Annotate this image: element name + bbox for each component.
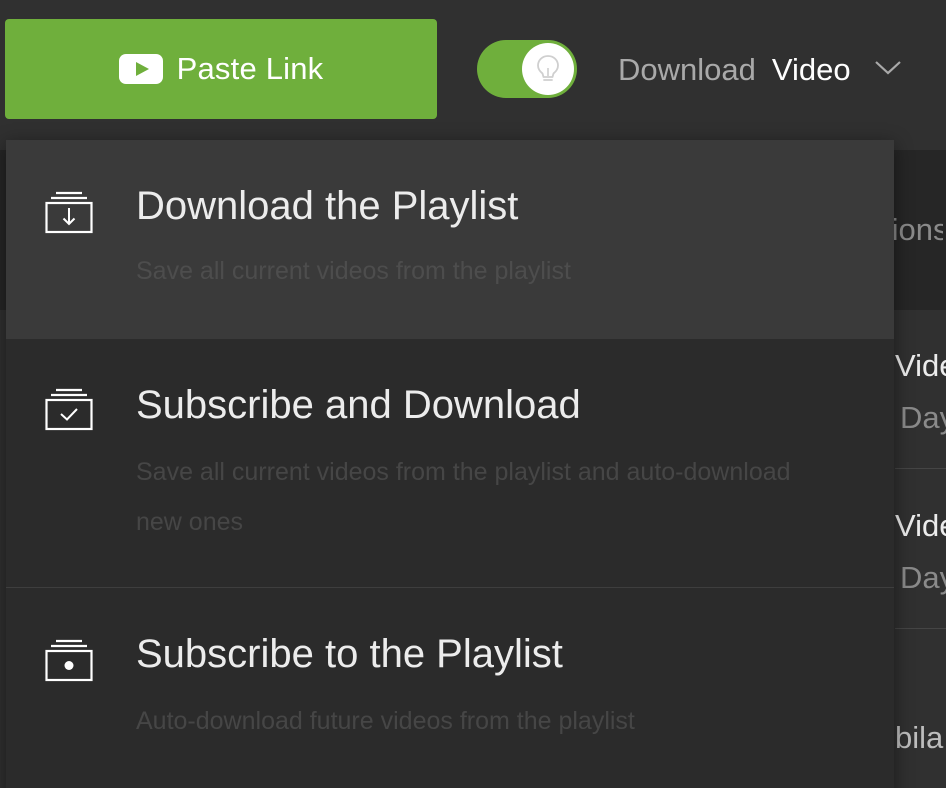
download-type-select[interactable]: Download Video bbox=[618, 40, 946, 100]
list-item-title: bila bbox=[895, 720, 944, 755]
list-item-title: Video bbox=[895, 508, 946, 543]
list-divider bbox=[895, 468, 946, 469]
menu-item-subscribe-playlist[interactable]: Subscribe to the Playlist Auto-download … bbox=[6, 588, 894, 788]
menu-item-title: Subscribe to the Playlist bbox=[136, 632, 563, 676]
lightbulb-icon bbox=[522, 43, 574, 95]
app-window: Paste Link Download Video tions Video Da… bbox=[0, 0, 946, 788]
list-item-title: Video bbox=[895, 348, 946, 383]
playlist-check-icon bbox=[44, 387, 94, 436]
list-item-meta: Day bbox=[900, 560, 946, 595]
list-divider bbox=[895, 628, 946, 629]
paste-link-button[interactable]: Paste Link bbox=[5, 19, 437, 119]
list-item-meta: Day bbox=[900, 400, 946, 435]
smart-mode-toggle[interactable] bbox=[477, 40, 577, 98]
paste-link-label: Paste Link bbox=[176, 51, 324, 86]
chevron-down-icon bbox=[873, 59, 903, 82]
menu-item-title: Subscribe and Download bbox=[136, 383, 581, 427]
menu-item-title: Download the Playlist bbox=[136, 184, 519, 228]
download-type-value: Video bbox=[771, 52, 851, 87]
menu-item-description: Auto-download future videos from the pla… bbox=[136, 707, 635, 735]
menu-item-description: Save all current videos from the playlis… bbox=[136, 257, 571, 285]
download-type-prefix: Download bbox=[618, 52, 756, 87]
menu-item-download-playlist[interactable]: Download the Playlist Save all current v… bbox=[6, 140, 894, 339]
menu-item-subscribe-and-download[interactable]: Subscribe and Download Save all current … bbox=[6, 339, 894, 587]
menu-item-description: Save all current videos from the playlis… bbox=[136, 458, 791, 536]
youtube-icon bbox=[118, 54, 163, 84]
playlist-options-menu: Download the Playlist Save all current v… bbox=[6, 140, 894, 788]
playlist-download-icon bbox=[44, 190, 94, 239]
playlist-subscribe-icon bbox=[44, 638, 94, 687]
